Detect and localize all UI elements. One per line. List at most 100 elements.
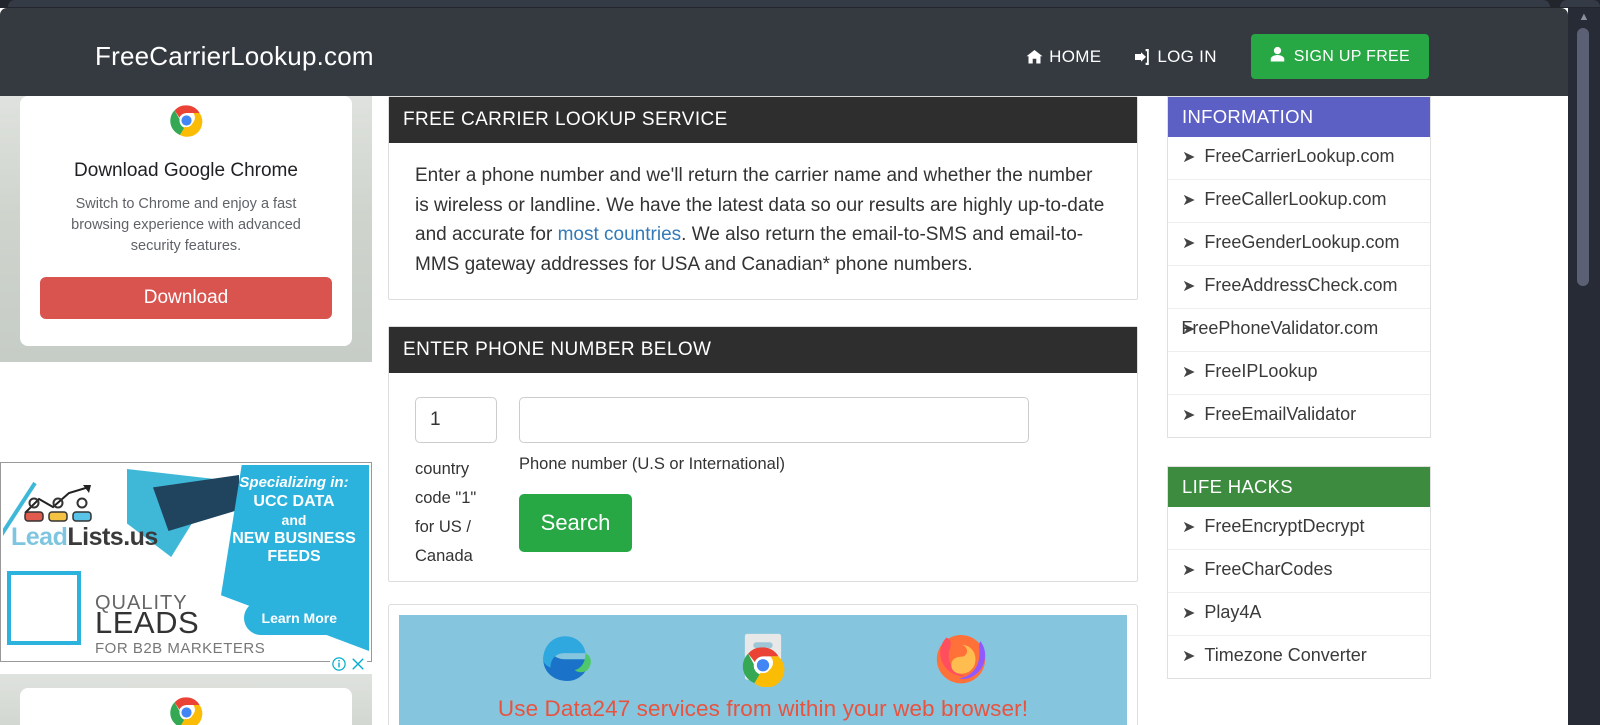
sidebar-item-label: FreePhoneValidator.com [1181,318,1379,338]
left-ad-column: Download Google Chrome Switch to Chrome … [0,96,372,725]
ad-google-chrome-bottom[interactable]: Download Google Chrome [0,674,372,725]
sidebar-panel-life-hacks-title: LIFE HACKS [1168,467,1430,507]
sidebar-item-freecarrierlookup[interactable]: ➤ FreeCarrierLookup.com [1168,137,1430,179]
phone-number-group: Phone number (U.S or International) Sear… [519,397,1029,552]
arrow-right-icon: ➤ [1182,149,1196,166]
service-panel: FREE CARRIER LOOKUP SERVICE Enter a phon… [388,96,1138,300]
promo-inner: Use Data247 services from within your we… [399,615,1127,725]
sidebar-item-freeemailvalidator[interactable]: ➤ FreeEmailValidator [1168,394,1430,437]
country-code-input[interactable] [415,397,497,443]
right-sidebar: INFORMATION ➤ FreeCarrierLookup.com ➤ Fr… [1167,96,1431,725]
leadlists-logo: LeadLists.us [11,523,158,552]
ad-card[interactable]: Download Google Chrome Switch to Chrome … [20,96,352,346]
phone-form-panel: ENTER PHONE NUMBER BELOW country code "1… [388,326,1138,582]
leadlists-line4: NEW BUSINESS FEEDS [232,530,356,565]
leadlists-line1: Specializing in: [239,474,349,491]
sidebar-item-label: FreeEmailValidator [1204,404,1357,424]
nav-item-login-label: LOG IN [1157,46,1217,66]
leadlists-b2b-text: FOR B2B MARKETERS [95,640,266,657]
sidebar-panel-life-hacks: LIFE HACKS ➤ FreeEncryptDecrypt ➤ FreeCh… [1167,466,1431,679]
promo-browser-icons [409,629,1117,692]
sidebar-panel-information: INFORMATION ➤ FreeCarrierLookup.com ➤ Fr… [1167,96,1431,438]
promo-headline: Use Data247 services from within your we… [497,696,1029,721]
phone-form-row: country code "1" for US / Canada Phone n… [415,397,1111,571]
site-logo[interactable]: FreeCarrierLookup.com [95,41,374,72]
arrow-right-icon: ➤ [1182,407,1196,424]
edge-icon [536,629,594,692]
signup-free-button[interactable]: SIGN UP FREE [1250,34,1429,79]
sidebar-panel-information-title: INFORMATION [1168,97,1430,137]
scrollbar-thumb[interactable] [1577,28,1589,286]
firefox-icon [932,629,990,692]
nav-item-login[interactable]: LOG IN [1117,37,1232,77]
service-intro-text: Enter a phone number and we'll return th… [415,161,1111,279]
chrome-extension-icon [734,629,792,692]
sidebar-item-freeencryptdecrypt[interactable]: ➤ FreeEncryptDecrypt [1168,507,1430,549]
form-panel-body: country code "1" for US / Canada Phone n… [389,373,1137,581]
sidebar-item-label: FreeGenderLookup.com [1204,232,1400,252]
ad-google-chrome-top[interactable]: Download Google Chrome Switch to Chrome … [0,96,372,362]
leadlists-frame-graphic [7,571,81,645]
home-icon [1026,49,1043,65]
sidebar-item-freeiplookup[interactable]: ➤ FreeIPLookup [1168,351,1430,394]
sidebar-item-freecallerlookup[interactable]: ➤ FreeCallerLookup.com [1168,179,1430,222]
leadlists-right-copy: Specializing in: UCC DATA and NEW BUSINE… [225,473,363,566]
phone-number-hint: Phone number (U.S or International) [519,455,785,473]
search-button[interactable]: Search [519,494,632,552]
leadlists-learn-more-button[interactable]: Learn More [243,601,355,635]
signup-free-label: SIGN UP FREE [1293,47,1410,65]
sidebar-item-play4a[interactable]: ➤ Play4A [1168,592,1430,635]
leadlists-line3: and [281,512,307,528]
page-viewport: FreeCarrierLookup.com HOME LOG IN SIGN U… [0,8,1568,725]
chevron-up-icon[interactable]: ▲ [1568,10,1600,24]
arrow-right-icon: ➤ [1182,519,1196,536]
leadlists-logo-lists: Lists.us [67,523,158,551]
data247-promo-panel[interactable]: Use Data247 services from within your we… [388,604,1138,725]
sidebar-item-label: Timezone Converter [1204,645,1367,665]
ad-title: Download Google Chrome [74,160,298,181]
sidebar-item-freephonevalidator[interactable]: ➤ FreePhoneValidator.com [1168,308,1430,351]
arrow-right-icon: ➤ [1182,364,1196,381]
ad-download-button[interactable]: Download [40,277,332,319]
leadlists-line2: UCC DATA [253,493,335,510]
leadlists-leads-text: LEADS [95,605,200,640]
leadlists-logo-lead: Lead [11,523,68,551]
ad-leadlists-banner[interactable]: LeadLists.us Specializing in: UCC DATA a… [0,462,372,662]
service-panel-title: FREE CARRIER LOOKUP SERVICE [389,97,1137,143]
main-navigation: HOME LOG IN SIGN UP FREE [1010,34,1429,79]
sidebar-item-timezone-converter[interactable]: ➤ Timezone Converter [1168,635,1430,678]
user-icon [1270,46,1285,67]
sidebar-item-freeaddresscheck[interactable]: ➤ FreeAddressCheck.com [1168,265,1430,308]
country-code-hint: country code "1" for US / Canada [415,460,477,565]
most-countries-link[interactable]: most countries [558,224,682,245]
browser-tab[interactable] [8,0,1550,7]
main-column: FREE CARRIER LOOKUP SERVICE Enter a phon… [388,96,1138,725]
sidebar-item-label: Play4A [1204,602,1262,622]
page-scrollbar[interactable]: ▲ [1568,8,1600,725]
sidebar-list-information: ➤ FreeCarrierLookup.com ➤ FreeCallerLook… [1168,137,1430,437]
chrome-icon [169,104,203,142]
phone-number-input[interactable] [519,397,1029,443]
sidebar-item-label: FreeCharCodes [1204,559,1333,579]
browser-tab-strip [0,0,1600,8]
browser-tab-secondary[interactable] [1560,0,1600,7]
sidebar-list-life-hacks: ➤ FreeEncryptDecrypt ➤ FreeCharCodes ➤ P… [1168,507,1430,678]
service-panel-body: Enter a phone number and we'll return th… [389,143,1137,299]
arrow-right-icon: ➤ [1182,605,1196,622]
chrome-icon [169,696,203,725]
sidebar-item-label: FreeIPLookup [1204,361,1318,381]
sidebar-item-label: FreeEncryptDecrypt [1204,516,1365,536]
arrow-right-icon: ➤ [1182,562,1196,579]
content-area: Download Google Chrome Switch to Chrome … [0,96,1568,725]
arrow-right-icon: ➤ [1182,235,1196,252]
sidebar-item-freegenderlookup[interactable]: ➤ FreeGenderLookup.com [1168,222,1430,265]
country-code-group: country code "1" for US / Canada [415,397,497,571]
sidebar-item-label: FreeCarrierLookup.com [1204,146,1395,166]
ad-card[interactable]: Download Google Chrome [20,688,352,725]
login-icon [1133,48,1151,65]
sidebar-item-freecharcodes[interactable]: ➤ FreeCharCodes [1168,549,1430,592]
arrow-right-icon: ➤ [1182,278,1196,295]
sidebar-item-label: FreeCallerLookup.com [1204,189,1387,209]
nav-item-home-label: HOME [1049,46,1102,66]
nav-item-home[interactable]: HOME [1010,37,1117,77]
